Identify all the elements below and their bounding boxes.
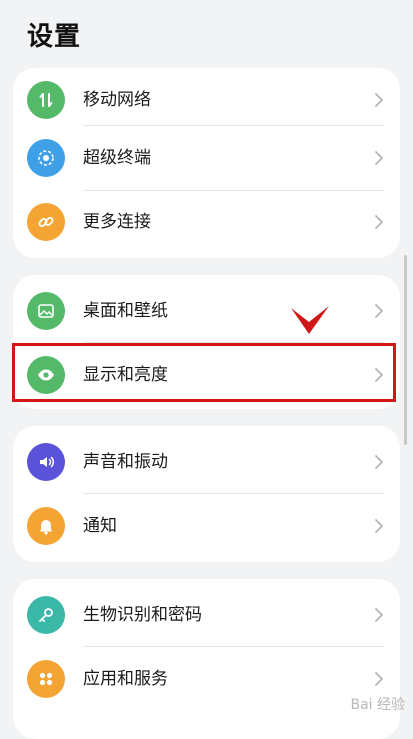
settings-item-label: 超级终端 [83,148,151,168]
settings-item-label: 移动网络 [83,90,151,110]
settings-item-sound-vibration[interactable]: 声音和振动 [13,430,400,494]
settings-item-more-connections[interactable]: 更多连接 [13,190,400,254]
settings-item-biometrics-password[interactable]: 生物识别和密码 [13,583,400,647]
chevron-right-icon [375,608,384,622]
settings-group-sound: 声音和振动 通知 [13,426,400,562]
speaker-icon [27,443,65,481]
key-icon [27,596,65,634]
settings-item-apps-services[interactable]: 应用和服务 [13,647,400,711]
settings-item-mobile-network[interactable]: 移动网络 [13,68,400,132]
chevron-right-icon [375,519,384,533]
settings-item-label: 通知 [83,516,117,536]
chevron-right-icon [375,672,384,686]
settings-item-label: 声音和振动 [83,452,168,472]
page-title: 设置 [27,22,82,52]
settings-item-wallpaper[interactable]: 桌面和壁纸 [13,279,400,343]
settings-group-security-apps: 生物识别和密码 应用和服务 [13,579,400,739]
wallpaper-icon [27,292,65,330]
apps-icon [27,660,65,698]
scrollbar[interactable] [404,255,407,445]
settings-group-connectivity: 移动网络 超级终端 更多连接 [13,68,400,258]
watermark: Bai 经验 [350,697,405,713]
settings-item-notifications[interactable]: 通知 [13,494,400,558]
settings-item-label: 生物识别和密码 [83,605,202,625]
bell-icon [27,507,65,545]
chevron-right-icon [375,304,384,318]
settings-item-label: 更多连接 [83,212,151,232]
chevron-right-icon [375,93,384,107]
checkmark-arrow-icon [291,306,329,334]
highlight-box [12,343,396,402]
settings-item-super-device[interactable]: 超级终端 [13,126,400,190]
link-icon [27,203,65,241]
settings-item-label: 应用和服务 [83,669,168,689]
chevron-right-icon [375,455,384,469]
chevron-right-icon [375,151,384,165]
chevron-right-icon [375,215,384,229]
settings-item-label: 桌面和壁纸 [83,301,168,321]
super-device-icon [27,139,65,177]
mobile-network-icon [27,81,65,119]
